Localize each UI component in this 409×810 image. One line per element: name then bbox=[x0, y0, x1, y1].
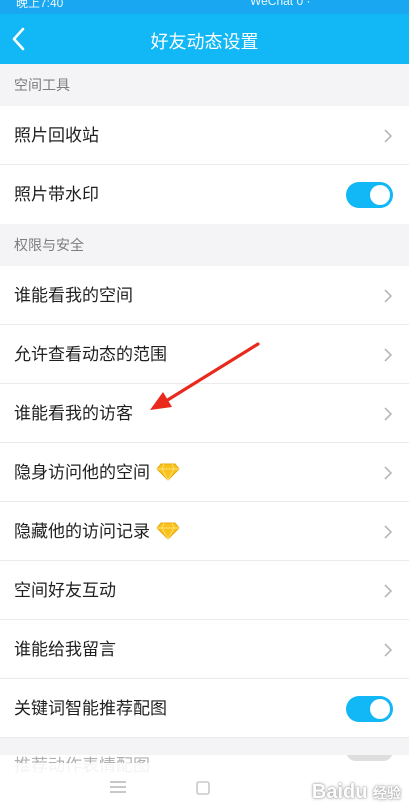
settings-row-who-can-leave-message[interactable]: 谁能给我留言 bbox=[0, 620, 409, 679]
row-label: 照片回收站 bbox=[14, 126, 99, 145]
settings-row-photo-recycle-bin[interactable]: 照片回收站 bbox=[0, 106, 409, 165]
row-label-text: 隐藏他的访问记录 bbox=[14, 522, 150, 541]
home-icon[interactable] bbox=[196, 781, 210, 795]
watermark-toggle[interactable] bbox=[346, 182, 393, 208]
row-label: 照片带水印 bbox=[14, 185, 99, 204]
settings-row-keyword-smart-image: 关键词智能推荐配图 bbox=[0, 679, 409, 738]
settings-row-photo-watermark: 照片带水印 bbox=[0, 165, 409, 224]
status-bar: 晚上7:40 WeChat 0 · bbox=[0, 0, 409, 14]
settings-row-hide-visit-record[interactable]: 隐藏他的访问记录 bbox=[0, 502, 409, 561]
settings-row-feed-visibility-range[interactable]: 允许查看动态的范围 bbox=[0, 325, 409, 384]
row-label: 隐身访问他的空间 bbox=[14, 443, 180, 502]
row-label: 谁能看我的访客 bbox=[14, 404, 133, 423]
diamond-icon bbox=[156, 522, 180, 540]
baidu-watermark: Baidu 经验 bbox=[312, 781, 401, 804]
watermark-brand: Baidu bbox=[311, 781, 368, 803]
status-right: WeChat 0 · bbox=[250, 0, 311, 8]
chevron-right-icon bbox=[384, 643, 393, 657]
chevron-right-icon bbox=[384, 348, 393, 362]
toggle-knob bbox=[370, 699, 390, 719]
divider bbox=[0, 737, 409, 738]
row-label-text: 隐身访问他的空间 bbox=[14, 463, 150, 482]
row-label: 允许查看动态的范围 bbox=[14, 345, 167, 364]
chevron-right-icon bbox=[384, 525, 393, 539]
menu-icon[interactable] bbox=[110, 781, 126, 793]
row-label: 谁能给我留言 bbox=[14, 640, 116, 659]
section-title-privacy-security: 权限与安全 bbox=[14, 237, 84, 253]
chevron-right-icon bbox=[384, 129, 393, 143]
settings-row-invisible-visit[interactable]: 隐身访问他的空间 bbox=[0, 443, 409, 502]
partial-row-and-nav: 推荐动作表情配图 Baidu 经验 bbox=[0, 755, 409, 810]
diamond-icon bbox=[156, 463, 180, 481]
watermark-suffix: 经验 bbox=[373, 785, 401, 801]
chevron-right-icon bbox=[384, 289, 393, 303]
settings-row-friend-interaction[interactable]: 空间好友互动 bbox=[0, 561, 409, 620]
section-title-space-tools: 空间工具 bbox=[14, 77, 70, 93]
row-label: 隐藏他的访问记录 bbox=[14, 502, 180, 561]
chevron-right-icon bbox=[384, 407, 393, 421]
row-label: 空间好友互动 bbox=[14, 581, 116, 600]
toggle-knob bbox=[370, 185, 390, 205]
settings-row-who-can-view-visitors[interactable]: 谁能看我的访客 bbox=[0, 384, 409, 443]
partial-toggle[interactable] bbox=[346, 755, 393, 761]
chevron-right-icon bbox=[384, 584, 393, 598]
row-label: 关键词智能推荐配图 bbox=[14, 699, 167, 718]
page-title: 好友动态设置 bbox=[150, 32, 259, 52]
keyword-image-toggle[interactable] bbox=[346, 696, 393, 722]
chevron-right-icon bbox=[384, 466, 393, 480]
status-time: 晚上7:40 bbox=[16, 0, 64, 10]
header-bar: 好友动态设置 bbox=[0, 14, 409, 64]
row-label: 谁能看我的空间 bbox=[14, 286, 133, 305]
settings-row-who-can-view-space[interactable]: 谁能看我的空间 bbox=[0, 266, 409, 325]
